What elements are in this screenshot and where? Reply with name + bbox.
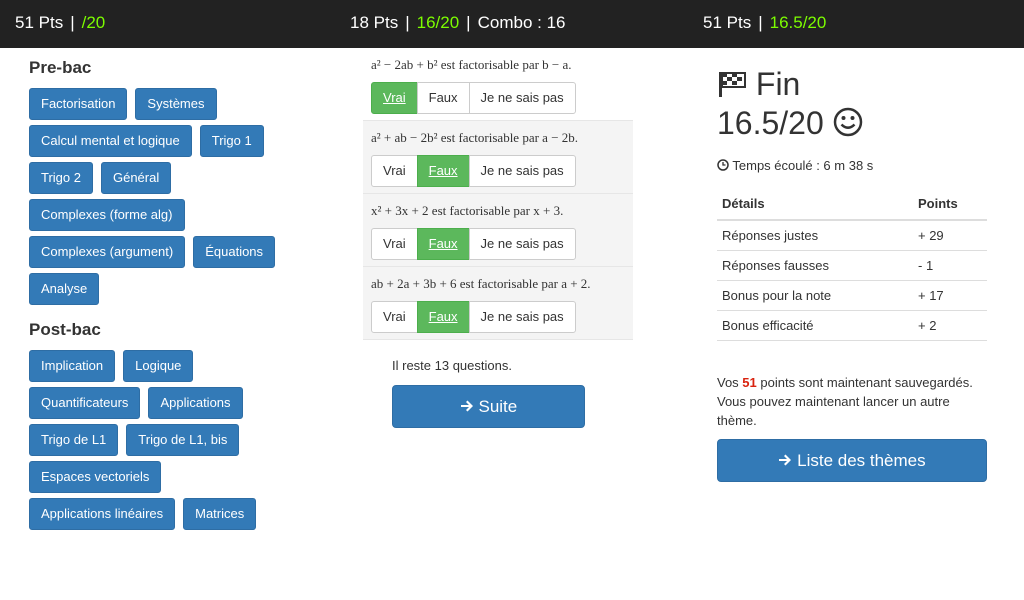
table-row: Réponses justes + 29 xyxy=(717,219,987,251)
score-middle-value: 16/20 xyxy=(416,13,460,32)
remaining-questions: Il reste 13 questions. xyxy=(392,358,512,373)
points-header: Points xyxy=(913,189,987,221)
theme-button[interactable]: Trigo 2 xyxy=(29,162,93,194)
theme-button[interactable]: Complexes (forme alg) xyxy=(29,199,185,231)
answer-group: Vrai Faux Je ne sais pas xyxy=(371,155,625,187)
checkered-flag-icon xyxy=(717,69,747,105)
clock-icon xyxy=(717,158,729,174)
postbac-themes: Implication Logique Quantificateurs Appl… xyxy=(29,350,299,535)
theme-button[interactable]: Matrices xyxy=(183,498,257,530)
saved-points: 51 xyxy=(742,374,757,390)
theme-button[interactable]: Trigo de L1 xyxy=(29,424,119,456)
answer-vrai[interactable]: Vrai xyxy=(371,82,418,114)
points-left: 51 Pts xyxy=(15,13,64,32)
themes-panel: Pre-bac Factorisation Systèmes Calcul me… xyxy=(29,55,299,535)
answer-je-ne-sais-pas[interactable]: Je ne sais pas xyxy=(468,301,576,333)
final-score: 16.5/20 xyxy=(717,105,987,144)
points-middle: 18 Pts xyxy=(350,13,399,32)
saved-message: Vos 51 points sont maintenant sauvegardé… xyxy=(717,374,973,428)
answer-vrai[interactable]: Vrai xyxy=(371,228,418,260)
score-left-value: /20 xyxy=(81,13,106,32)
table-row: Bonus efficacité + 2 xyxy=(717,310,987,341)
row-value: - 1 xyxy=(913,250,987,281)
final-score-value: 16.5/20 xyxy=(717,104,824,141)
theme-button[interactable]: Trigo de L1, bis xyxy=(126,424,240,456)
answer-faux[interactable]: Faux xyxy=(416,301,470,333)
question-block: a² − 2ab + b² est factorisable par b − a… xyxy=(363,48,633,121)
question-text: a² + ab − 2b² est factorisable par a − 2… xyxy=(371,130,579,145)
row-label: Réponses justes xyxy=(717,219,913,251)
arrow-right-icon xyxy=(778,441,792,482)
prebac-title: Pre-bac xyxy=(29,58,92,77)
table-row: Bonus pour la note + 17 xyxy=(717,280,987,311)
answer-faux[interactable]: Faux xyxy=(416,228,470,260)
theme-button[interactable]: Applications linéaires xyxy=(29,498,176,530)
combo: Combo : 16 xyxy=(477,13,566,32)
theme-button[interactable]: Implication xyxy=(29,350,116,382)
suite-button[interactable]: Suite xyxy=(392,385,585,428)
question-text: a² − 2ab + b² est factorisable par b − a… xyxy=(371,57,572,72)
theme-button[interactable]: Complexes (argument) xyxy=(29,236,186,268)
question-text: ab + 2a + 3b + 6 est factorisable par a … xyxy=(371,276,591,291)
elapsed-time: Temps écoulé : 6 m 38 s xyxy=(717,158,987,174)
suite-label: Suite xyxy=(478,397,518,416)
theme-button[interactable]: Calcul mental et logique xyxy=(29,125,192,157)
row-label: Réponses fausses xyxy=(717,250,913,281)
row-value: + 2 xyxy=(913,310,987,341)
theme-button[interactable]: Analyse xyxy=(29,273,100,305)
table-row: Réponses fausses - 1 xyxy=(717,250,987,281)
question-block: x² + 3x + 2 est factorisable par x + 3. … xyxy=(363,194,633,267)
answer-group: Vrai Faux Je ne sais pas xyxy=(371,228,625,260)
theme-button[interactable]: Général xyxy=(100,162,172,194)
answer-je-ne-sais-pas[interactable]: Je ne sais pas xyxy=(468,82,576,114)
details-header: Détails xyxy=(717,189,913,221)
row-label: Bonus efficacité xyxy=(717,310,913,341)
score-middle: 18 Pts | 16/20 | Combo : 16 xyxy=(350,13,566,32)
score-right: 51 Pts | 16.5/20 xyxy=(703,13,827,32)
answer-faux[interactable]: Faux xyxy=(416,155,470,187)
points-right: 51 Pts xyxy=(703,13,752,32)
score-left: 51 Pts |/20 xyxy=(15,13,106,32)
result-heading: Fin xyxy=(717,66,987,105)
themes-list-label: Liste des thèmes xyxy=(797,450,926,470)
theme-button[interactable]: Trigo 1 xyxy=(199,125,264,157)
row-value: + 29 xyxy=(913,219,987,251)
prebac-themes: Factorisation Systèmes Calcul mental et … xyxy=(29,88,299,310)
score-right-value: 16.5/20 xyxy=(769,13,827,32)
postbac-title: Post-bac xyxy=(29,320,101,339)
answer-group: Vrai Faux Je ne sais pas xyxy=(371,82,625,114)
row-value: + 17 xyxy=(913,280,987,311)
smiley-icon xyxy=(833,107,863,144)
elapsed-text: Temps écoulé : 6 m 38 s xyxy=(732,157,874,173)
top-bar: 51 Pts |/20 18 Pts | 16/20 | Combo : 16 51 Pt… xyxy=(0,0,1024,48)
answer-faux[interactable]: Faux xyxy=(416,82,470,114)
answer-group: Vrai Faux Je ne sais pas xyxy=(371,301,625,333)
answer-je-ne-sais-pas[interactable]: Je ne sais pas xyxy=(468,228,576,260)
questions-panel: a² − 2ab + b² est factorisable par b − a… xyxy=(363,48,633,428)
fin-title: Fin xyxy=(755,66,801,102)
theme-button[interactable]: Équations xyxy=(193,236,276,268)
theme-button[interactable]: Systèmes xyxy=(135,88,217,120)
theme-button[interactable]: Quantificateurs xyxy=(29,387,141,419)
theme-button[interactable]: Logique xyxy=(123,350,194,382)
result-panel: Fin 16.5/20 Temps écoulé : 6 m 38 s Déta… xyxy=(717,66,987,482)
question-text: x² + 3x + 2 est factorisable par x + 3. xyxy=(371,203,564,218)
details-table: Détails Points Réponses justes + 29 Répo… xyxy=(717,189,987,341)
answer-vrai[interactable]: Vrai xyxy=(371,301,418,333)
answer-je-ne-sais-pas[interactable]: Je ne sais pas xyxy=(468,155,576,187)
question-block: a² + ab − 2b² est factorisable par a − 2… xyxy=(363,121,633,194)
arrow-right-icon xyxy=(460,387,474,428)
row-label: Bonus pour la note xyxy=(717,280,913,311)
themes-list-button[interactable]: Liste des thèmes xyxy=(717,438,987,482)
answer-vrai[interactable]: Vrai xyxy=(371,155,418,187)
theme-button[interactable]: Factorisation xyxy=(29,88,128,120)
question-block: ab + 2a + 3b + 6 est factorisable par a … xyxy=(363,267,633,340)
theme-button[interactable]: Espaces vectoriels xyxy=(29,461,162,493)
theme-button[interactable]: Applications xyxy=(148,387,243,419)
